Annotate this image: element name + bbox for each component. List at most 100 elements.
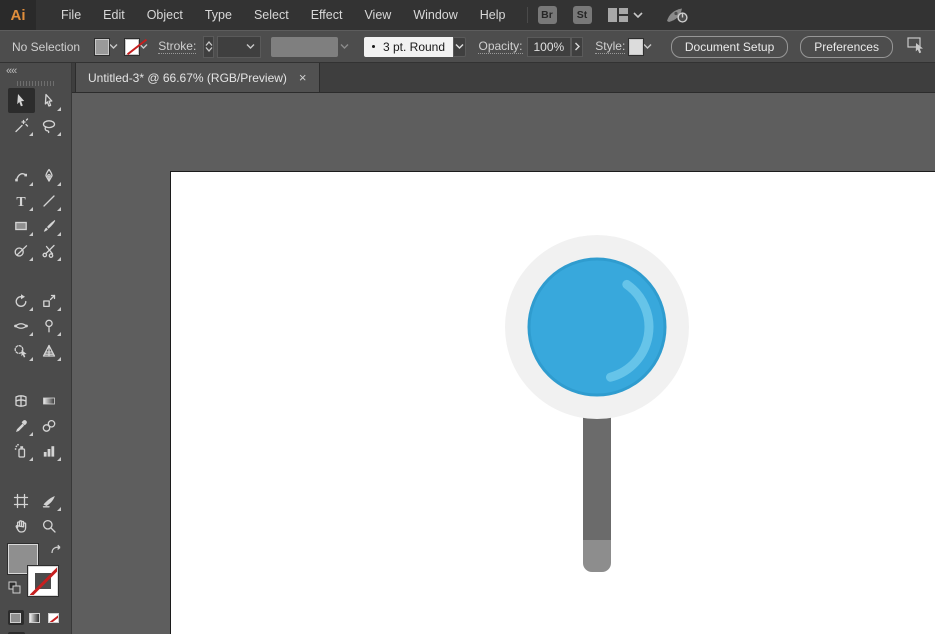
magic-wand-tool[interactable] [8, 113, 35, 138]
paintbrush-tool[interactable] [36, 213, 63, 238]
artboard-tool[interactable] [8, 488, 35, 513]
default-fill-stroke-button[interactable] [8, 581, 21, 597]
menu-object[interactable]: Object [136, 0, 194, 30]
menu-select[interactable]: Select [243, 0, 300, 30]
fill-stroke-proxy [6, 543, 64, 602]
default-swatches-icon [8, 581, 20, 594]
graphic-style-dropdown[interactable] [643, 38, 653, 56]
menu-type[interactable]: Type [194, 0, 243, 30]
opacity-input[interactable]: 100% [526, 36, 572, 57]
paint-mode-buttons [7, 610, 64, 625]
column-graph-tool[interactable] [36, 438, 63, 463]
select-similar-button[interactable] [907, 36, 927, 57]
swap-arrows-icon [50, 544, 60, 554]
curvature-tool[interactable] [8, 163, 35, 188]
menu-file[interactable]: File [50, 0, 92, 30]
brush-definition-combo[interactable]: 3 pt. Round [363, 36, 454, 57]
magic-wand-icon [15, 117, 29, 132]
stroke-color-swatch[interactable] [123, 37, 140, 56]
opacity-presets-button[interactable] [571, 36, 583, 57]
document-setup-button[interactable]: Document Setup [670, 35, 789, 58]
style-panel-link[interactable]: Style: [595, 39, 626, 54]
shape-builder-tool[interactable] [8, 338, 35, 363]
pen-tool[interactable] [36, 163, 63, 188]
gradient-mode-button[interactable] [27, 610, 43, 625]
stock-button[interactable]: St [572, 6, 592, 24]
hand-icon [15, 519, 27, 533]
tab-close-icon[interactable]: × [299, 71, 307, 84]
menu-view[interactable]: View [353, 0, 402, 30]
width-icon [14, 322, 28, 329]
rotate-icon [15, 293, 27, 307]
type-tool[interactable]: T [8, 188, 35, 213]
bridge-button[interactable]: Br [537, 6, 557, 24]
document-tab[interactable]: Untitled-3* @ 66.67% (RGB/Preview) × [75, 63, 320, 92]
scissors-tool[interactable] [36, 238, 63, 263]
fill-color-dropdown[interactable] [109, 38, 119, 56]
illustrator-logo: Ai [0, 0, 36, 30]
scissors-icon [42, 244, 55, 258]
fill-color-swatch[interactable] [94, 37, 110, 56]
lasso-tool[interactable] [36, 113, 63, 138]
stroke-weight-stepper[interactable] [203, 35, 215, 58]
shaper-tool[interactable] [8, 238, 35, 263]
eyedropper-tool[interactable] [8, 413, 35, 438]
panel-drag-grip[interactable] [16, 81, 55, 86]
tools-panel: «« T [0, 63, 72, 634]
gpu-performance-icon [666, 8, 688, 23]
swap-fill-stroke-button[interactable] [50, 544, 64, 560]
rotate-tool[interactable] [8, 288, 35, 313]
width-tool[interactable] [8, 313, 35, 338]
menu-bar: Ai File Edit Object Type Select Effect V… [0, 0, 935, 30]
slice-icon [42, 495, 55, 507]
line-segment-icon [43, 194, 55, 207]
zoom-tool[interactable] [36, 513, 63, 538]
chevron-down-icon [632, 12, 643, 18]
stroke-panel-link[interactable]: Stroke: [158, 39, 197, 54]
stroke-weight-combo[interactable] [217, 35, 262, 58]
menu-edit[interactable]: Edit [92, 0, 136, 30]
gradient-tool[interactable] [36, 388, 63, 413]
canvas-viewport[interactable] [72, 93, 935, 634]
none-mode-button[interactable] [46, 610, 62, 625]
gpu-performance-button[interactable] [665, 5, 691, 25]
menu-help[interactable]: Help [469, 0, 517, 30]
symbol-sprayer-tool[interactable] [8, 438, 35, 463]
artboard-cursor-icon [907, 37, 923, 54]
slice-tool[interactable] [36, 488, 63, 513]
graphic-style-swatch[interactable] [628, 37, 645, 56]
curvature-icon [15, 172, 27, 181]
mesh-tool[interactable] [8, 388, 35, 413]
brush-definition-dropdown[interactable] [453, 36, 467, 57]
opacity-panel-link[interactable]: Opacity: [478, 39, 523, 54]
preferences-button[interactable]: Preferences [800, 35, 893, 58]
scale-icon [43, 294, 56, 307]
perspective-grid-tool[interactable] [36, 338, 63, 363]
direct-selection-tool[interactable] [36, 88, 63, 113]
gradient-icon [43, 397, 55, 404]
puppet-warp-tool[interactable] [36, 313, 63, 338]
rectangle-icon [15, 221, 27, 230]
hand-tool[interactable] [8, 513, 35, 538]
blend-tool[interactable] [36, 413, 63, 438]
collapse-panel-button[interactable]: «« [0, 63, 71, 77]
magnifier-artwork[interactable] [497, 235, 697, 595]
variable-width-dropdown [340, 38, 350, 56]
artboard-icon [13, 493, 29, 508]
eyedropper-icon [16, 419, 27, 432]
scale-tool[interactable] [36, 288, 63, 313]
selection-icon [17, 93, 25, 106]
magnifier-handle [583, 415, 611, 541]
paintbrush-icon [43, 219, 56, 232]
tool-grid: T [7, 88, 64, 538]
menu-effect[interactable]: Effect [300, 0, 354, 30]
stroke-proxy-swatch[interactable] [26, 565, 59, 597]
color-mode-button[interactable] [7, 610, 24, 625]
rectangle-tool[interactable] [8, 213, 35, 238]
selection-status: No Selection [12, 39, 81, 54]
pen-icon [45, 168, 53, 182]
selection-tool[interactable] [7, 88, 35, 113]
workspace-switcher[interactable] [607, 8, 643, 22]
menu-window[interactable]: Window [402, 0, 468, 30]
line-segment-tool[interactable] [36, 188, 63, 213]
